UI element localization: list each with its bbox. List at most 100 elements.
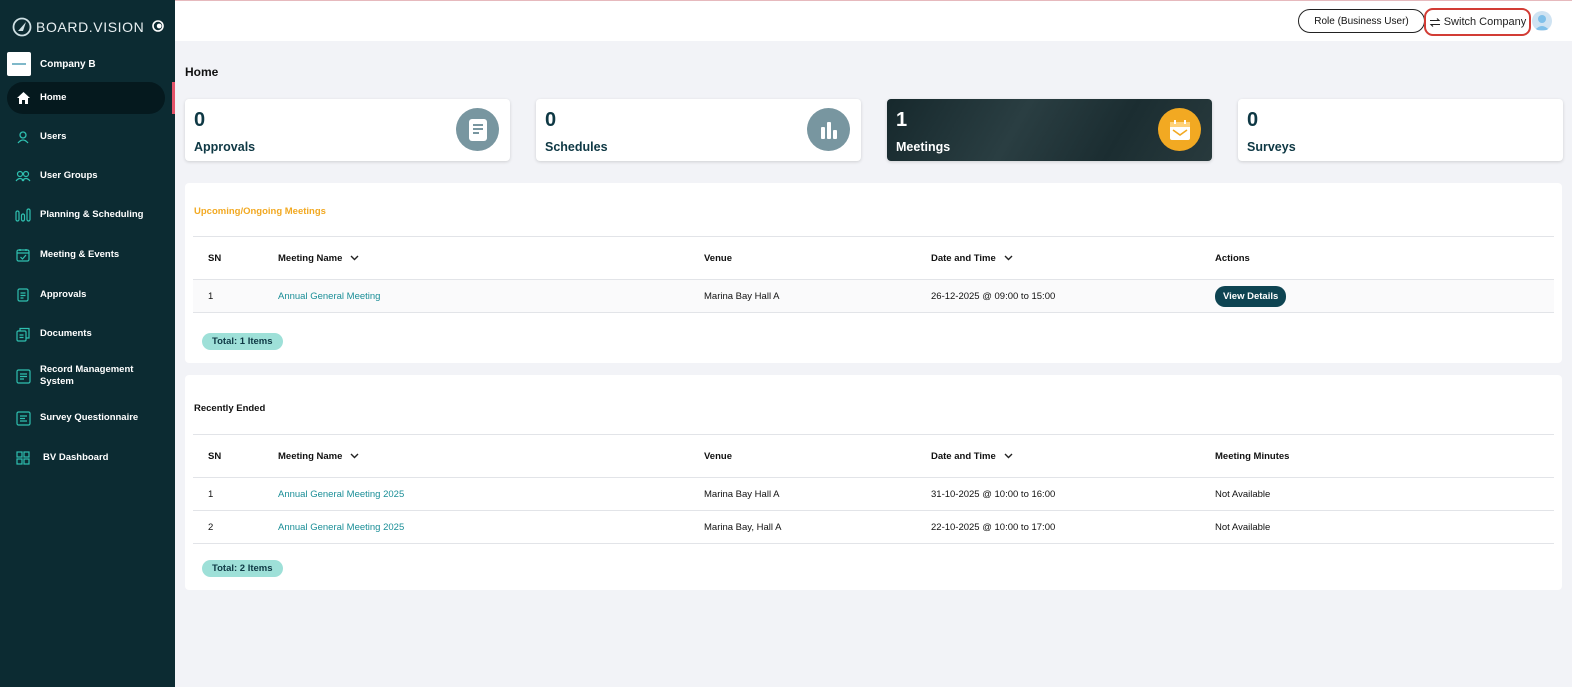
column-header-label: Date and Time xyxy=(931,252,996,264)
sidebar-item-record-management[interactable]: Record Management System xyxy=(7,360,165,392)
brand-logo[interactable]: BOARD.VISION xyxy=(12,14,172,40)
sidebar-item-bv-dashboard[interactable]: BV Dashboard xyxy=(7,442,165,474)
company-selector[interactable]: Company B xyxy=(7,51,172,77)
view-details-button[interactable]: View Details xyxy=(1215,285,1287,307)
company-name: Company B xyxy=(40,58,96,70)
sidebar-item-label: Home xyxy=(40,92,67,103)
record-icon xyxy=(15,368,31,384)
row-sn: 1 xyxy=(208,290,214,302)
dashboard-grid-icon xyxy=(15,450,31,466)
swap-arrows-icon xyxy=(1429,17,1441,27)
schedules-count: 0 xyxy=(545,109,557,131)
row-venue: Marina Bay, Hall A xyxy=(704,521,782,533)
user-icon xyxy=(15,129,31,145)
meetings-card[interactable]: 1 Meetings xyxy=(887,99,1212,161)
row-venue: Marina Bay Hall A xyxy=(704,290,780,302)
column-header-venue: Venue xyxy=(704,450,732,462)
sidebar-item-label: Record Management System xyxy=(40,364,134,387)
planning-icon xyxy=(15,207,31,223)
column-header-actions: Actions xyxy=(1215,252,1250,264)
column-header-date-time[interactable]: Date and Time xyxy=(931,435,1013,477)
column-header-meeting-name[interactable]: Meeting Name xyxy=(278,237,359,279)
row-meeting-minutes: Not Available xyxy=(1215,488,1271,500)
sidebar-item-label: Meeting & Events xyxy=(40,249,120,260)
user-avatar-icon xyxy=(1535,15,1549,30)
calendar-mail-icon xyxy=(1158,108,1201,151)
chevron-down-icon[interactable] xyxy=(1004,255,1013,261)
sidebar-item-approvals[interactable]: Approvals xyxy=(7,279,165,311)
sidebar-item-label: BV Dashboard xyxy=(43,452,109,463)
surveys-label: Surveys xyxy=(1247,140,1296,154)
surveys-card[interactable]: 0 Surveys xyxy=(1238,99,1563,161)
table-header-row: SN Meeting Name Venue Date and Time Acti… xyxy=(193,236,1554,280)
table-row: 2 Annual General Meeting 2025 Marina Bay… xyxy=(193,511,1554,544)
approvals-label: Approvals xyxy=(194,140,256,154)
documents-icon xyxy=(15,326,31,342)
sidebar-item-user-groups[interactable]: User Groups xyxy=(7,160,165,192)
sidebar: BOARD.VISION Company B Home Users User G… xyxy=(0,0,175,687)
document-icon xyxy=(456,108,499,151)
sidebar-toggle-icon[interactable] xyxy=(152,20,164,32)
column-header-venue: Venue xyxy=(704,252,732,264)
column-header-label: Date and Time xyxy=(931,450,996,462)
column-header-sn: SN xyxy=(208,252,222,264)
avatar[interactable] xyxy=(1532,11,1552,31)
upcoming-meetings-panel: Upcoming/Ongoing Meetings SN Meeting Nam… xyxy=(185,183,1562,363)
row-datetime: 26-12-2025 @ 09:00 to 15:00 xyxy=(931,290,1056,302)
chevron-down-icon[interactable] xyxy=(350,453,359,459)
top-bar: Role (Business User) Switch Company xyxy=(175,0,1572,41)
chevron-down-icon[interactable] xyxy=(350,255,359,261)
column-header-meeting-minutes: Meeting Minutes xyxy=(1215,450,1290,462)
row-actions: View Details xyxy=(1215,280,1287,312)
sidebar-item-label: Documents xyxy=(40,328,92,339)
sidebar-item-survey-questionnaire[interactable]: Survey Questionnaire xyxy=(7,402,165,434)
column-header-sn: SN xyxy=(208,450,222,462)
chevron-down-icon[interactable] xyxy=(1004,453,1013,459)
total-items-badge: Total: 1 Items xyxy=(202,333,283,350)
company-logo xyxy=(7,52,31,76)
active-nav-indicator xyxy=(172,82,175,114)
switch-company-label: Switch Company xyxy=(1443,16,1527,28)
sidebar-item-documents[interactable]: Documents xyxy=(7,318,165,350)
schedules-label: Schedules xyxy=(545,140,608,154)
column-header-date-time[interactable]: Date and Time xyxy=(931,237,1013,279)
row-venue: Marina Bay Hall A xyxy=(704,488,780,500)
row-datetime: 22-10-2025 @ 10:00 to 17:00 xyxy=(931,521,1056,533)
schedules-card[interactable]: 0 Schedules xyxy=(536,99,861,161)
calendar-icon xyxy=(15,247,31,263)
home-icon xyxy=(15,90,31,106)
row-sn: 2 xyxy=(208,521,214,533)
column-header-meeting-name[interactable]: Meeting Name xyxy=(278,435,359,477)
survey-icon xyxy=(15,410,31,426)
meeting-name-link[interactable]: Annual General Meeting 2025 xyxy=(278,478,404,510)
sidebar-item-home[interactable]: Home xyxy=(7,82,165,114)
row-sn: 1 xyxy=(208,488,214,500)
meeting-name-link[interactable]: Annual General Meeting xyxy=(278,280,380,312)
switch-company-button[interactable]: Switch Company xyxy=(1424,8,1531,36)
table-row: 1 Annual General Meeting 2025 Marina Bay… xyxy=(193,478,1554,511)
sidebar-item-label: Approvals xyxy=(40,289,87,300)
upcoming-meetings-title: Upcoming/Ongoing Meetings xyxy=(194,206,326,217)
table-row: 1 Annual General Meeting Marina Bay Hall… xyxy=(193,280,1554,313)
bar-chart-icon xyxy=(807,108,850,151)
row-datetime: 31-10-2025 @ 10:00 to 16:00 xyxy=(931,488,1056,500)
approval-doc-icon xyxy=(15,287,31,303)
meetings-label: Meetings xyxy=(896,140,951,154)
row-meeting-minutes: Not Available xyxy=(1215,521,1271,533)
role-button[interactable]: Role (Business User) xyxy=(1298,9,1425,33)
approvals-card[interactable]: 0 Approvals xyxy=(185,99,510,161)
sidebar-item-meeting-events[interactable]: Meeting & Events xyxy=(7,239,165,271)
meeting-name-link[interactable]: Annual General Meeting 2025 xyxy=(278,511,404,543)
sidebar-item-planning-scheduling[interactable]: Planning & Scheduling xyxy=(7,199,165,231)
column-header-label: Meeting Name xyxy=(278,252,343,264)
total-items-badge: Total: 2 Items xyxy=(202,560,283,577)
surveys-count: 0 xyxy=(1247,109,1259,131)
sidebar-item-users[interactable]: Users xyxy=(7,121,165,153)
table-header-row: SN Meeting Name Venue Date and Time Meet… xyxy=(193,434,1554,478)
user-group-icon xyxy=(15,168,31,184)
sidebar-item-label: Survey Questionnaire xyxy=(40,412,139,423)
sidebar-item-label: Planning & Scheduling xyxy=(40,209,144,220)
meetings-count: 1 xyxy=(896,109,908,131)
recently-ended-title: Recently Ended xyxy=(194,403,266,414)
board-vision-logo-icon xyxy=(12,17,32,37)
